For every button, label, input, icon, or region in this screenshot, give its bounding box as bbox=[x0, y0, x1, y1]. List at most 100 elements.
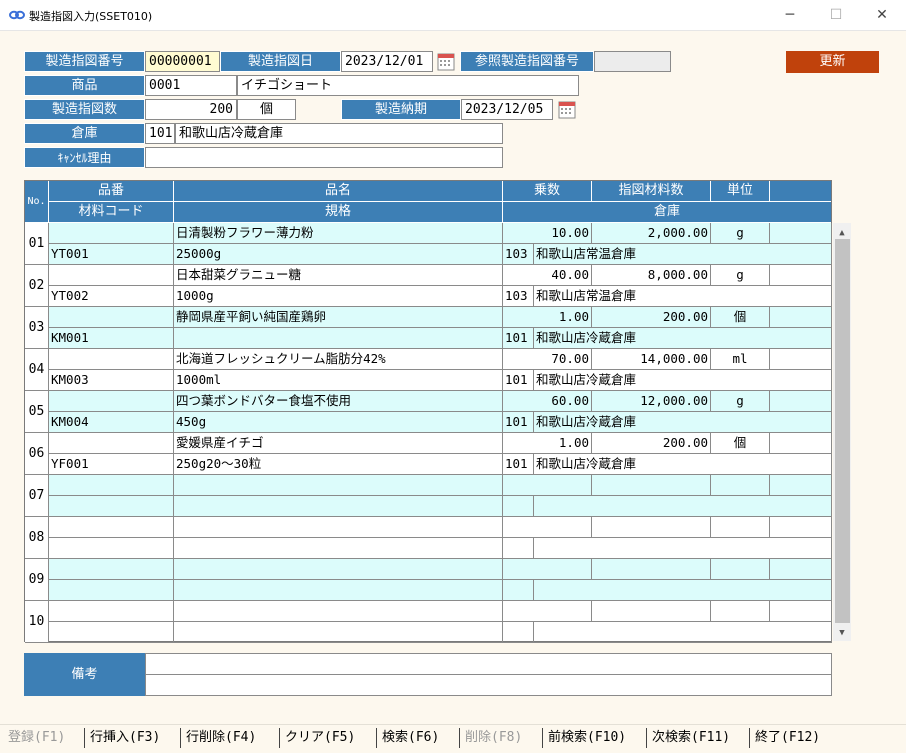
cancel-reason-field[interactable] bbox=[145, 147, 503, 168]
warehouse-code-cell[interactable]: 103 bbox=[503, 244, 534, 265]
item-name-cell[interactable] bbox=[174, 559, 503, 580]
calendar-icon[interactable] bbox=[558, 100, 576, 119]
multiplier-cell[interactable] bbox=[503, 559, 592, 580]
remarks-line-1[interactable] bbox=[145, 653, 832, 675]
item-name-cell[interactable] bbox=[174, 601, 503, 622]
multiplier-cell[interactable]: 1.00 bbox=[503, 433, 592, 454]
multiplier-cell[interactable] bbox=[503, 475, 592, 496]
material-code-cell[interactable]: KM001 bbox=[49, 328, 174, 349]
spec-cell[interactable]: 1000g bbox=[174, 286, 503, 307]
spec-cell[interactable] bbox=[174, 622, 503, 643]
warehouse-code-cell[interactable]: 103 bbox=[503, 286, 534, 307]
item-name-cell[interactable]: 日清製粉フラワー薄力粉 bbox=[174, 223, 503, 244]
material-code-cell[interactable]: YT001 bbox=[49, 244, 174, 265]
update-button[interactable]: 更新 bbox=[786, 51, 879, 73]
item-name-cell[interactable]: 北海道フレッシュクリーム脂肪分42% bbox=[174, 349, 503, 370]
fkey-button[interactable]: 行削除(F4) bbox=[186, 729, 256, 747]
material-code-cell[interactable] bbox=[49, 538, 174, 559]
order-no-field[interactable]: 00000001 bbox=[145, 51, 220, 72]
close-button[interactable]: ✕ bbox=[868, 4, 896, 26]
fkey-button[interactable]: 終了(F12) bbox=[755, 729, 820, 747]
order-date-field[interactable]: 2023/12/01 bbox=[341, 51, 433, 72]
multiplier-cell[interactable]: 10.00 bbox=[503, 223, 592, 244]
ref-no-field[interactable] bbox=[594, 51, 671, 72]
item-no-cell[interactable] bbox=[49, 517, 174, 538]
spec-cell[interactable]: 1000ml bbox=[174, 370, 503, 391]
fkey-button[interactable]: 前検索(F10) bbox=[548, 729, 626, 747]
fkey-button[interactable]: 行挿入(F3) bbox=[90, 729, 160, 747]
material-code-cell[interactable]: KM003 bbox=[49, 370, 174, 391]
spec-cell[interactable] bbox=[174, 496, 503, 517]
product-code-field[interactable]: 0001 bbox=[145, 75, 237, 96]
material-qty-cell[interactable]: 2,000.00 bbox=[592, 223, 711, 244]
multiplier-cell[interactable]: 40.00 bbox=[503, 265, 592, 286]
warehouse-code-cell[interactable]: 101 bbox=[503, 328, 534, 349]
spec-cell[interactable] bbox=[174, 328, 503, 349]
material-code-cell[interactable] bbox=[49, 622, 174, 643]
material-code-cell[interactable] bbox=[49, 580, 174, 601]
material-code-cell[interactable] bbox=[49, 496, 174, 517]
item-name-cell[interactable]: 四つ葉ボンドバター食塩不使用 bbox=[174, 391, 503, 412]
calendar-icon[interactable] bbox=[437, 52, 455, 71]
warehouse-code-field[interactable]: 101 bbox=[145, 123, 175, 144]
material-qty-cell[interactable]: 12,000.00 bbox=[592, 391, 711, 412]
item-name-cell[interactable] bbox=[174, 475, 503, 496]
material-code-cell[interactable]: YF001 bbox=[49, 454, 174, 475]
chevron-down-icon[interactable]: ▼ bbox=[833, 625, 851, 641]
item-name-cell[interactable] bbox=[174, 517, 503, 538]
item-no-cell[interactable] bbox=[49, 223, 174, 244]
chevron-up-icon[interactable]: ▲ bbox=[833, 225, 851, 241]
item-no-cell[interactable] bbox=[49, 391, 174, 412]
material-qty-cell[interactable] bbox=[592, 475, 711, 496]
material-qty-cell[interactable] bbox=[592, 559, 711, 580]
multiplier-cell[interactable] bbox=[503, 517, 592, 538]
multiplier-cell[interactable] bbox=[503, 601, 592, 622]
warehouse-code-cell[interactable]: 101 bbox=[503, 454, 534, 475]
item-no-cell[interactable] bbox=[49, 265, 174, 286]
fkey-button[interactable]: クリア(F5) bbox=[285, 729, 355, 747]
maximize-button[interactable]: ☐ bbox=[822, 4, 850, 26]
material-qty-cell[interactable]: 8,000.00 bbox=[592, 265, 711, 286]
multiplier-cell[interactable]: 1.00 bbox=[503, 307, 592, 328]
warehouse-code-cell[interactable] bbox=[503, 580, 534, 601]
item-no-cell[interactable] bbox=[49, 433, 174, 454]
fkey-button[interactable]: 登録(F1) bbox=[8, 729, 65, 747]
scrollbar-thumb[interactable] bbox=[835, 239, 850, 623]
item-no-cell[interactable] bbox=[49, 559, 174, 580]
spec-cell[interactable] bbox=[174, 580, 503, 601]
remarks-line-2[interactable] bbox=[145, 674, 832, 696]
item-no-cell[interactable] bbox=[49, 601, 174, 622]
fkey-separator bbox=[459, 728, 460, 748]
item-name-cell[interactable]: 愛媛県産イチゴ bbox=[174, 433, 503, 454]
spec-cell[interactable]: 25000g bbox=[174, 244, 503, 265]
multiplier-cell[interactable]: 70.00 bbox=[503, 349, 592, 370]
item-name-cell[interactable]: 日本甜菜グラニュー糖 bbox=[174, 265, 503, 286]
fkey-button[interactable]: 削除(F8) bbox=[465, 729, 522, 747]
warehouse-code-cell[interactable] bbox=[503, 622, 534, 643]
warehouse-code-cell[interactable]: 101 bbox=[503, 412, 534, 433]
material-qty-cell[interactable] bbox=[592, 601, 711, 622]
material-code-cell[interactable]: YT002 bbox=[49, 286, 174, 307]
multiplier-cell[interactable]: 60.00 bbox=[503, 391, 592, 412]
material-qty-cell[interactable]: 200.00 bbox=[592, 433, 711, 454]
due-date-field[interactable]: 2023/12/05 bbox=[461, 99, 553, 120]
warehouse-code-cell[interactable] bbox=[503, 496, 534, 517]
warehouse-code-cell[interactable]: 101 bbox=[503, 370, 534, 391]
material-qty-cell[interactable]: 200.00 bbox=[592, 307, 711, 328]
item-name-cell[interactable]: 静岡県産平飼い純国産鶏卵 bbox=[174, 307, 503, 328]
item-no-cell[interactable] bbox=[49, 349, 174, 370]
blank-cell bbox=[770, 349, 832, 370]
spec-cell[interactable] bbox=[174, 538, 503, 559]
fkey-button[interactable]: 検索(F6) bbox=[382, 729, 439, 747]
material-qty-cell[interactable]: 14,000.00 bbox=[592, 349, 711, 370]
item-no-cell[interactable] bbox=[49, 307, 174, 328]
warehouse-code-cell[interactable] bbox=[503, 538, 534, 559]
spec-cell[interactable]: 250g20～30粒 bbox=[174, 454, 503, 475]
qty-field[interactable]: 200 bbox=[145, 99, 237, 120]
material-qty-cell[interactable] bbox=[592, 517, 711, 538]
item-no-cell[interactable] bbox=[49, 475, 174, 496]
material-code-cell[interactable]: KM004 bbox=[49, 412, 174, 433]
fkey-button[interactable]: 次検索(F11) bbox=[652, 729, 730, 747]
spec-cell[interactable]: 450g bbox=[174, 412, 503, 433]
minimize-button[interactable]: ─ bbox=[776, 4, 804, 26]
